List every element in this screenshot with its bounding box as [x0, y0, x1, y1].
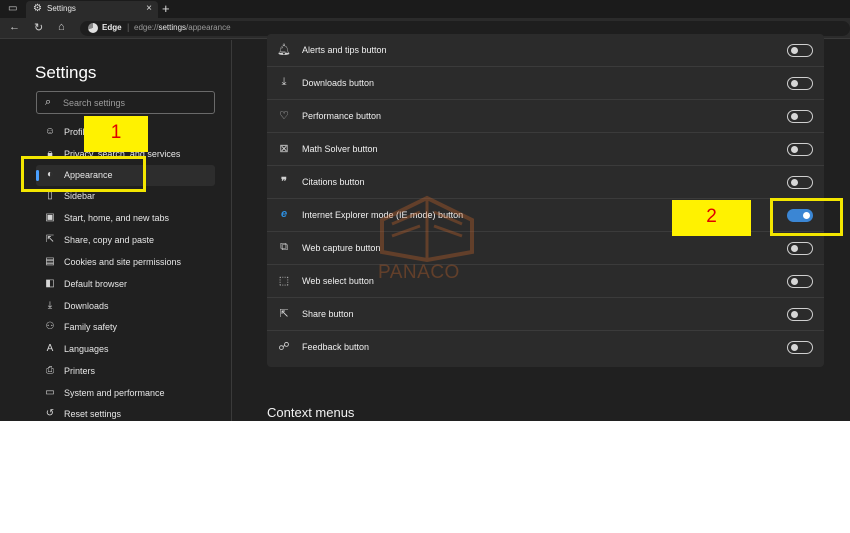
languages-icon: A: [46, 343, 54, 354]
toggle-knob: [791, 179, 798, 186]
default-browser-icon: ◧: [45, 278, 55, 289]
quote-icon: ❞: [281, 176, 287, 188]
setting-row-share: ⇱ Share button: [267, 298, 824, 331]
share-icon: ⇱: [279, 308, 289, 320]
context-menus-heading: Context menus: [267, 405, 355, 420]
appearance-highlight: [21, 156, 146, 192]
sidebar-item-start-tabs[interactable]: ▣ Start, home, and new tabs: [36, 208, 215, 229]
toggle-knob: [791, 344, 798, 351]
toggle-knob: [791, 278, 798, 285]
printer-icon: ⎙: [46, 365, 54, 376]
sidebar-item-system[interactable]: ▭ System and performance: [36, 383, 215, 404]
toggle-knob: [791, 80, 798, 87]
edge-logo-icon: [88, 23, 98, 33]
sidebar-item-default-browser[interactable]: ◧ Default browser: [36, 274, 215, 295]
sidebar-item-family-safety[interactable]: ⚇ Family safety: [36, 317, 215, 338]
panaco-watermark: PANACO: [372, 190, 482, 290]
setting-row-feedback: ☍ Feedback button: [267, 331, 824, 364]
search-icon: ⌕: [45, 96, 52, 108]
download-icon: ⤓: [281, 76, 287, 88]
toggle-knob: [791, 113, 798, 120]
setting-row-math-solver: ⊠ Math Solver button: [267, 133, 824, 166]
tab-strip: ▭ ⚙ Settings × +: [0, 0, 850, 18]
family-icon: ⚇: [45, 321, 55, 332]
settings-sidebar: Settings ⌕ ☺ Profiles 🔒︎ Privacy, search…: [0, 40, 232, 421]
tab-settings[interactable]: ⚙ Settings ×: [26, 1, 158, 18]
feedback-toggle[interactable]: [787, 341, 813, 354]
sidebar-item-cookies[interactable]: ▤ Cookies and site permissions: [36, 252, 215, 273]
toggle-knob: [791, 47, 798, 54]
setting-row-citations: ❞ Citations button: [267, 166, 824, 199]
tab-title: Settings: [47, 4, 76, 13]
home-icon[interactable]: ⌂: [58, 21, 65, 33]
callout-1: 1: [84, 116, 148, 152]
setting-row-downloads: ⤓ Downloads button: [267, 67, 824, 100]
tab-actions-icon[interactable]: ▭: [8, 0, 17, 18]
setting-row-web-capture: ⧉ Web capture button: [267, 232, 824, 265]
sidebar-item-downloads[interactable]: ⤓ Downloads: [36, 296, 215, 317]
math-solver-toggle[interactable]: [787, 143, 813, 156]
callout-2: 2: [672, 200, 751, 236]
share-toggle[interactable]: [787, 308, 813, 321]
math-solver-icon: ⊠: [279, 143, 289, 155]
alerts-tips-toggle[interactable]: [787, 44, 813, 57]
web-select-icon: ⬚: [278, 275, 290, 287]
settings-title: Settings: [35, 63, 97, 82]
reset-icon: ↺: [45, 408, 55, 419]
web-capture-icon: ⧉: [280, 241, 288, 253]
sidebar-item-reset[interactable]: ↺ Reset settings: [36, 404, 215, 421]
refresh-icon[interactable]: ↻: [34, 21, 43, 34]
heart-pulse-icon: ♡: [279, 110, 289, 122]
watermark-text: PANACO: [378, 262, 460, 283]
browser-window: ▭ ⚙ Settings × + ← ↻ ⌂ Edge | edge://set…: [0, 0, 850, 421]
toggle-knob: [791, 245, 798, 252]
setting-row-alerts-tips: 🔔︎ Alerts and tips button: [267, 34, 824, 67]
web-capture-toggle[interactable]: [787, 242, 813, 255]
cookies-icon: ▤: [45, 256, 55, 267]
setting-row-performance: ♡ Performance button: [267, 100, 824, 133]
toggle-knob: [791, 146, 798, 153]
edge-label: Edge: [102, 23, 122, 32]
system-icon: ▭: [45, 387, 55, 398]
gear-icon: ⚙: [33, 3, 42, 14]
search-box[interactable]: ⌕: [36, 91, 215, 114]
web-select-toggle[interactable]: [787, 275, 813, 288]
close-tab-icon[interactable]: ×: [146, 3, 152, 14]
back-icon[interactable]: ←: [9, 21, 20, 33]
feedback-icon: ☍: [278, 341, 290, 353]
share-icon: ⇱: [45, 234, 55, 245]
toggle-knob: [791, 311, 798, 318]
settings-main: 🔔︎ Alerts and tips button ⤓ Downloads bu…: [233, 34, 850, 421]
sidebar-item-languages[interactable]: A Languages: [36, 339, 215, 360]
performance-toggle[interactable]: [787, 110, 813, 123]
book-logo-icon: [380, 195, 474, 263]
setting-row-web-select: ⬚ Web select button: [267, 265, 824, 298]
address-url: edge://settings/appearance: [134, 23, 231, 32]
new-tab-button[interactable]: +: [162, 0, 170, 18]
start-tabs-icon: ▣: [45, 212, 55, 223]
sidebar-item-printers[interactable]: ⎙ Printers: [36, 361, 215, 382]
ie-toggle-highlight: [770, 198, 843, 236]
downloads-toggle[interactable]: [787, 77, 813, 90]
profile-icon: ☺: [44, 126, 56, 137]
search-input[interactable]: [63, 95, 208, 110]
download-icon: ⤓: [47, 300, 53, 311]
address-separator: |: [127, 22, 130, 32]
citations-toggle[interactable]: [787, 176, 813, 189]
ie-icon: e: [280, 208, 288, 220]
sidebar-item-share-copy[interactable]: ⇱ Share, copy and paste: [36, 230, 215, 251]
bell-icon: 🔔︎: [277, 44, 291, 56]
